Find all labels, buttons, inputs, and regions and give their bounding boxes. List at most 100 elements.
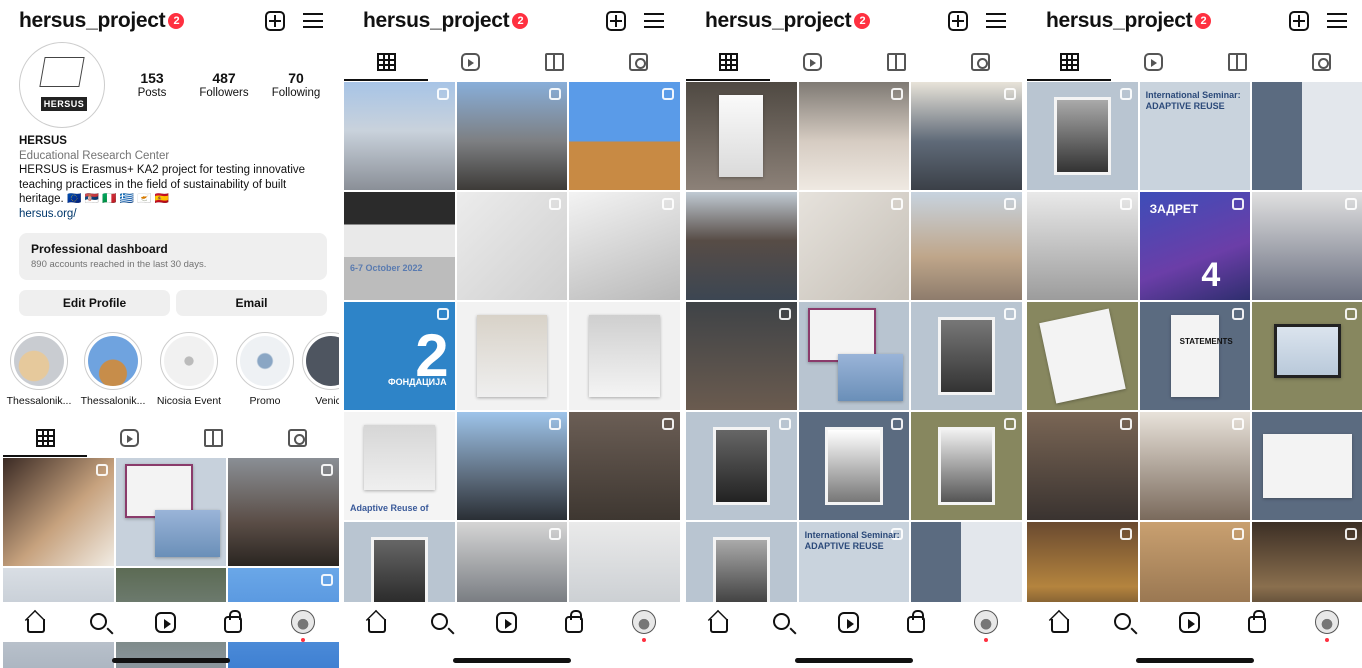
profile-avatar-icon[interactable] bbox=[631, 610, 656, 642]
home-icon[interactable] bbox=[27, 619, 46, 633]
post-thumbnail[interactable] bbox=[1252, 192, 1362, 300]
shop-icon[interactable] bbox=[907, 610, 926, 633]
reels-icon[interactable] bbox=[1178, 611, 1200, 633]
post-thumbnail[interactable] bbox=[569, 82, 680, 190]
post-thumbnail[interactable] bbox=[911, 412, 1022, 520]
post-thumbnail[interactable]: International Seminar: ADAPTIVE REUSE bbox=[1139, 82, 1251, 190]
post-thumbnail[interactable]: 6-7 October 2022 bbox=[344, 192, 455, 300]
tab-guides[interactable] bbox=[171, 418, 255, 458]
tab-posts-grid[interactable] bbox=[1027, 42, 1111, 82]
post-thumbnail[interactable] bbox=[686, 302, 797, 410]
reels-icon[interactable] bbox=[495, 611, 517, 633]
post-thumbnail[interactable] bbox=[1027, 302, 1138, 410]
post-thumbnail[interactable] bbox=[1252, 302, 1362, 410]
tab-guides[interactable] bbox=[512, 42, 596, 82]
home-icon[interactable] bbox=[368, 619, 387, 633]
tab-guides[interactable] bbox=[1195, 42, 1279, 82]
reels-icon[interactable] bbox=[837, 611, 859, 633]
tab-tagged[interactable] bbox=[596, 42, 680, 82]
post-thumbnail[interactable] bbox=[569, 192, 680, 300]
shop-icon[interactable] bbox=[565, 610, 584, 633]
stat-followers[interactable]: 487 Followers bbox=[193, 70, 255, 99]
post-thumbnail[interactable] bbox=[686, 82, 797, 190]
reels-icon[interactable] bbox=[154, 611, 176, 633]
post-thumbnail[interactable]: 2 ФОНДАЦИЈА bbox=[344, 302, 455, 410]
post-thumbnail[interactable] bbox=[1027, 192, 1138, 300]
search-icon[interactable] bbox=[1113, 612, 1131, 630]
professional-dashboard[interactable]: Professional dashboard 890 accounts reac… bbox=[19, 233, 327, 280]
hamburger-menu-icon[interactable] bbox=[986, 13, 1006, 28]
username-switcher[interactable]: hersus_project 2 bbox=[1046, 9, 1212, 33]
post-thumbnail[interactable] bbox=[798, 192, 910, 300]
username-switcher[interactable]: hersus_project 2 bbox=[19, 9, 185, 33]
post-thumbnail[interactable] bbox=[1027, 82, 1138, 190]
hamburger-menu-icon[interactable] bbox=[1327, 13, 1347, 28]
post-thumbnail[interactable] bbox=[911, 82, 1022, 190]
shop-icon[interactable] bbox=[1248, 610, 1267, 633]
post-thumbnail[interactable]: Adaptive Reuse of bbox=[344, 412, 455, 520]
highlight-item[interactable]: Thessalonik... bbox=[77, 332, 149, 407]
post-thumbnail[interactable] bbox=[911, 302, 1022, 410]
post-thumbnail[interactable] bbox=[798, 412, 910, 520]
post-thumbnail[interactable] bbox=[456, 302, 568, 410]
tab-posts-grid[interactable] bbox=[344, 42, 428, 82]
highlight-item[interactable]: Thessalonik... bbox=[3, 332, 75, 407]
post-thumbnail[interactable] bbox=[569, 302, 680, 410]
post-thumbnail[interactable] bbox=[456, 412, 568, 520]
post-thumbnail[interactable]: ЗАДРЕТ 4 bbox=[1139, 192, 1251, 300]
search-icon[interactable] bbox=[89, 612, 107, 630]
post-thumbnail[interactable] bbox=[1252, 412, 1362, 520]
profile-avatar-icon[interactable] bbox=[973, 610, 998, 642]
username-switcher[interactable]: hersus_project 2 bbox=[705, 9, 871, 33]
profile-avatar-icon[interactable] bbox=[1314, 610, 1339, 642]
post-thumbnail[interactable] bbox=[911, 192, 1022, 300]
post-thumbnail[interactable] bbox=[686, 192, 797, 300]
plus-square-icon[interactable] bbox=[606, 11, 626, 31]
post-thumbnail[interactable] bbox=[1027, 412, 1138, 520]
post-thumbnail[interactable] bbox=[3, 458, 114, 566]
hamburger-menu-icon[interactable] bbox=[644, 13, 664, 28]
highlight-item[interactable]: Promo bbox=[229, 332, 301, 407]
tab-reels[interactable] bbox=[770, 42, 854, 82]
post-thumbnail[interactable] bbox=[344, 82, 455, 190]
post-thumbnail[interactable] bbox=[798, 82, 910, 190]
search-icon[interactable] bbox=[430, 612, 448, 630]
stat-posts[interactable]: 153 Posts bbox=[121, 70, 183, 99]
tab-reels[interactable] bbox=[428, 42, 512, 82]
search-icon[interactable] bbox=[772, 612, 790, 630]
tab-posts-grid[interactable] bbox=[3, 418, 87, 458]
tab-reels[interactable] bbox=[87, 418, 171, 458]
post-thumbnail[interactable] bbox=[1139, 412, 1251, 520]
home-icon[interactable] bbox=[710, 619, 729, 633]
post-thumbnail[interactable] bbox=[686, 412, 797, 520]
bio-link[interactable]: hersus.org/ bbox=[19, 207, 325, 222]
home-icon[interactable] bbox=[1051, 619, 1070, 633]
profile-avatar-icon[interactable] bbox=[290, 610, 315, 642]
highlight-item[interactable]: Venice bbox=[295, 332, 339, 407]
stat-following[interactable]: 70 Following bbox=[265, 70, 327, 99]
post-thumbnail[interactable] bbox=[115, 458, 227, 566]
plus-square-icon[interactable] bbox=[1289, 11, 1309, 31]
shop-icon[interactable] bbox=[224, 610, 243, 633]
hamburger-menu-icon[interactable] bbox=[303, 13, 323, 28]
email-button[interactable]: Email bbox=[176, 290, 327, 316]
post-thumbnail[interactable] bbox=[228, 458, 339, 566]
plus-square-icon[interactable] bbox=[265, 11, 285, 31]
post-thumbnail[interactable] bbox=[798, 302, 910, 410]
tab-tagged[interactable] bbox=[938, 42, 1022, 82]
tab-tagged[interactable] bbox=[255, 418, 339, 458]
plus-square-icon[interactable] bbox=[948, 11, 968, 31]
post-thumbnail[interactable] bbox=[1252, 82, 1362, 190]
highlight-item[interactable]: Nicosia Event bbox=[153, 332, 225, 407]
tab-guides[interactable] bbox=[854, 42, 938, 82]
tab-posts-grid[interactable] bbox=[686, 42, 770, 82]
post-thumbnail[interactable]: STATEMENTS bbox=[1139, 302, 1251, 410]
profile-avatar[interactable]: HERSUS bbox=[19, 42, 105, 128]
tab-tagged[interactable] bbox=[1279, 42, 1362, 82]
post-thumbnail[interactable] bbox=[456, 82, 568, 190]
post-thumbnail[interactable] bbox=[456, 192, 568, 300]
edit-profile-button[interactable]: Edit Profile bbox=[19, 290, 170, 316]
username-switcher[interactable]: hersus_project 2 bbox=[363, 9, 529, 33]
post-thumbnail[interactable] bbox=[569, 412, 680, 520]
tab-reels[interactable] bbox=[1111, 42, 1195, 82]
